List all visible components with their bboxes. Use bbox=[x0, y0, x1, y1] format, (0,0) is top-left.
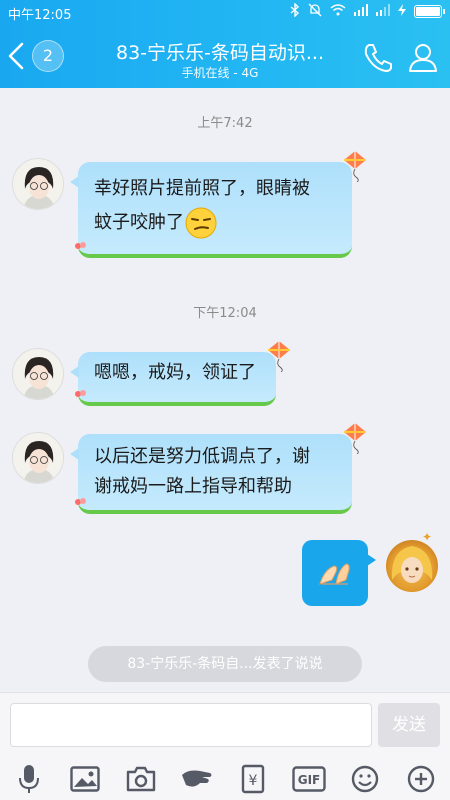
yen-symbol: ¥ bbox=[249, 773, 258, 789]
gif-label: GIF bbox=[298, 773, 321, 787]
friend-avatar[interactable] bbox=[12, 348, 64, 400]
smirk-emoji-icon bbox=[184, 206, 218, 240]
message-text-line: 蚊子咬肿了 bbox=[94, 212, 184, 233]
mic-icon[interactable] bbox=[12, 763, 46, 795]
battery-icon bbox=[414, 5, 445, 18]
chat-title[interactable]: 83-宁乐乐-条码自动识... bbox=[80, 38, 360, 65]
timestamp: 下午12:04 bbox=[193, 306, 257, 321]
friend-avatar[interactable] bbox=[12, 432, 64, 484]
kite-decoration-icon bbox=[342, 422, 368, 466]
message-text: 嗯嗯，戒妈，领证了 bbox=[94, 362, 256, 383]
message-text: 谢戒妈一路上指导和帮助 bbox=[94, 476, 292, 497]
chat-area[interactable]: 上午7:42 幸好照片提前照了，眼睛被 蚊子咬肿了 下午12:04 嗯嗯，戒妈，… bbox=[0, 88, 450, 692]
timestamp: 上午7:42 bbox=[197, 116, 253, 131]
input-toolbar: ¥ GIF bbox=[0, 759, 450, 799]
unread-badge: 2 bbox=[32, 40, 64, 72]
mute-icon bbox=[308, 3, 322, 20]
phone-icon[interactable] bbox=[362, 42, 394, 76]
kite-decoration-icon bbox=[342, 150, 368, 194]
fist-bump-emoji-icon bbox=[319, 563, 350, 585]
plus-icon[interactable] bbox=[404, 763, 438, 795]
money-icon[interactable]: ¥ bbox=[236, 763, 270, 795]
input-bar: 发送 ¥ GIF bbox=[0, 692, 450, 800]
charging-icon bbox=[398, 4, 406, 19]
kite-decoration-icon bbox=[266, 340, 292, 384]
status-icons bbox=[290, 2, 445, 20]
image-icon[interactable] bbox=[68, 763, 102, 795]
message-bubble[interactable]: 嗯嗯，戒妈，领证了 bbox=[70, 341, 290, 406]
message-text: 以后还是努力低调点了，谢 bbox=[94, 446, 310, 467]
flower-decoration-icon bbox=[74, 230, 88, 264]
flower-decoration-icon bbox=[74, 486, 88, 520]
message-text: 蚊子咬肿了 bbox=[94, 206, 338, 240]
status-time: 中午12:05 bbox=[8, 8, 72, 23]
status-bar: 中午12:05 bbox=[0, 0, 450, 24]
friend-avatar[interactable] bbox=[12, 158, 64, 210]
red-packet-icon[interactable] bbox=[180, 763, 214, 795]
message-text: 幸好照片提前照了，眼睛被 bbox=[94, 178, 310, 199]
emoji-icon[interactable] bbox=[348, 763, 382, 795]
message-bubble[interactable]: 幸好照片提前照了，眼睛被 蚊子咬肿了 bbox=[70, 151, 366, 258]
my-avatar[interactable] bbox=[386, 540, 438, 592]
send-button[interactable]: 发送 bbox=[378, 703, 440, 747]
gif-icon[interactable]: GIF bbox=[292, 763, 326, 795]
bluetooth-icon bbox=[290, 2, 300, 20]
sent-message-bubble[interactable] bbox=[302, 540, 376, 606]
flower-decoration-icon bbox=[74, 378, 88, 412]
back-button[interactable]: 2 bbox=[8, 40, 68, 72]
camera-icon[interactable] bbox=[124, 763, 158, 795]
profile-icon[interactable] bbox=[408, 42, 438, 76]
wifi-icon bbox=[330, 4, 346, 19]
feed-notice[interactable]: 83-宁乐乐-条码自...发表了说说 bbox=[88, 646, 362, 682]
signal-icon bbox=[354, 4, 368, 19]
online-status: 手机在线 - 4G bbox=[181, 66, 259, 80]
message-input[interactable] bbox=[10, 703, 372, 747]
signal-icon-2 bbox=[376, 4, 390, 19]
back-arrow-icon bbox=[8, 42, 24, 70]
message-bubble[interactable]: 以后还是努力低调点了，谢 谢戒妈一路上指导和帮助 bbox=[70, 423, 366, 514]
chat-header: 中午12:05 2 83-宁乐乐-条码自动识... 手机在线 - 4G bbox=[0, 0, 450, 88]
